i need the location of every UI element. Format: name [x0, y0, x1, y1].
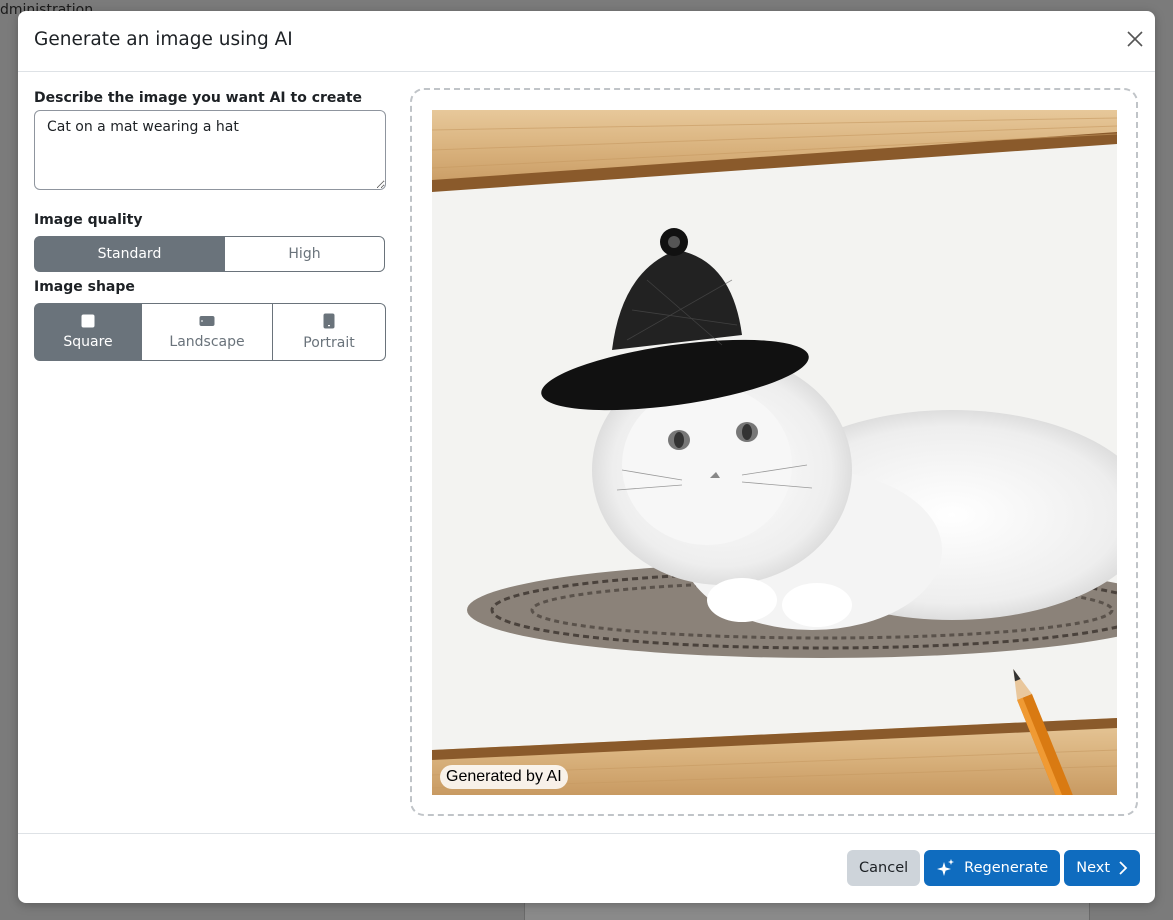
next-button[interactable]: Next [1064, 850, 1140, 886]
generated-image-illustration [432, 110, 1117, 795]
quality-standard-button[interactable]: Standard [34, 236, 225, 272]
prompt-label: Describe the image you want AI to create [34, 90, 363, 106]
regenerate-button[interactable]: Regenerate [924, 850, 1061, 886]
shape-landscape-label: Landscape [169, 334, 245, 350]
shape-label: Image shape [34, 279, 135, 295]
form-column: Describe the image you want AI to create… [34, 90, 386, 361]
shape-square-button[interactable]: Square [34, 303, 142, 361]
modal-header: Generate an image using AI [18, 11, 1155, 72]
quality-high-button[interactable]: High [224, 236, 385, 272]
portrait-icon [323, 313, 335, 329]
shape-toggle-group: Square Landscape Portrait [34, 303, 386, 361]
shape-square-label: Square [63, 334, 113, 350]
shape-portrait-button[interactable]: Portrait [272, 303, 386, 361]
shape-portrait-label: Portrait [303, 335, 355, 351]
square-icon [81, 314, 95, 328]
modal-footer: Cancel Regenerate Next [18, 833, 1155, 903]
shape-landscape-button[interactable]: Landscape [141, 303, 273, 361]
regenerate-label: Regenerate [964, 860, 1049, 876]
modal-title: Generate an image using AI [34, 29, 293, 50]
quality-label: Image quality [34, 212, 143, 228]
close-icon [1127, 31, 1143, 47]
chevron-right-icon [1119, 861, 1128, 875]
cancel-label: Cancel [859, 860, 909, 876]
generated-by-ai-badge: Generated by AI [440, 765, 568, 789]
prompt-textarea[interactable]: Cat on a mat wearing a hat [34, 110, 386, 190]
cancel-button[interactable]: Cancel [847, 850, 921, 886]
close-button[interactable] [1123, 27, 1147, 51]
landscape-icon [199, 316, 215, 326]
generate-image-modal: Generate an image using AI Describe the … [18, 11, 1155, 903]
sparkle-icon [937, 859, 955, 876]
image-preview-frame: Generated by AI [410, 88, 1138, 816]
generated-image: Generated by AI [432, 110, 1117, 795]
quality-toggle-group: Standard High [34, 236, 386, 272]
next-label: Next [1076, 860, 1110, 876]
